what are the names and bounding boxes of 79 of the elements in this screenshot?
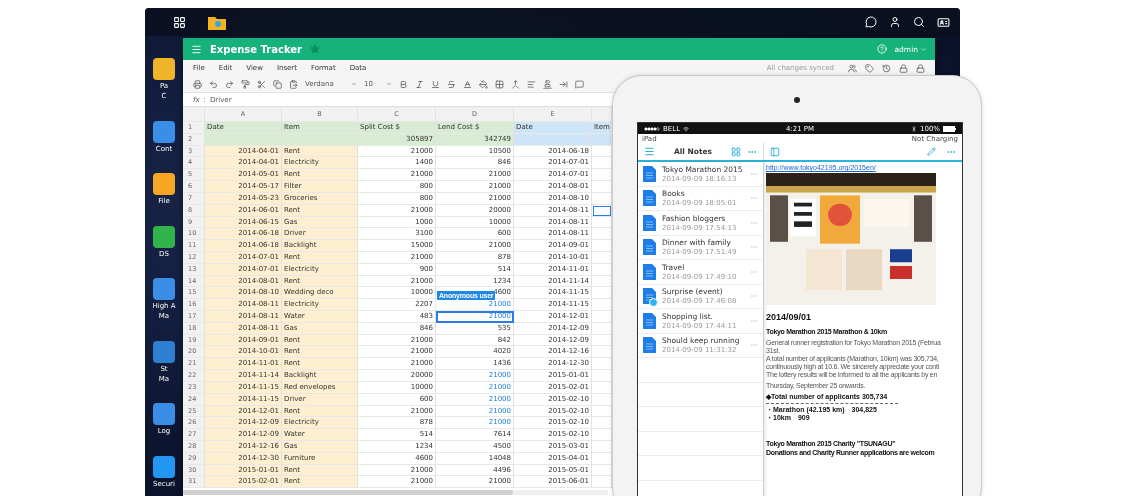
table-cell[interactable] — [592, 476, 612, 489]
table-cell[interactable] — [592, 287, 612, 300]
italic-icon[interactable] — [415, 79, 424, 89]
menu-icon[interactable] — [644, 146, 655, 157]
borders-icon[interactable] — [495, 79, 504, 89]
document-icon — [643, 263, 656, 280]
wifi-icon — [683, 125, 690, 132]
signal-icon — [644, 126, 660, 131]
tag-icon[interactable] — [865, 63, 874, 73]
sidebar-toggle-icon[interactable] — [770, 146, 780, 157]
vertical-align-icon[interactable] — [543, 79, 552, 89]
align-left-icon[interactable] — [527, 79, 536, 89]
table-cell[interactable] — [592, 169, 612, 182]
caret-icon — [351, 81, 357, 87]
document-icon — [643, 190, 656, 207]
document-icon — [643, 165, 656, 182]
bluetooth-icon — [910, 125, 917, 132]
camera-icon — [794, 97, 800, 103]
chat-icon[interactable] — [865, 16, 877, 28]
column-header[interactable] — [592, 107, 612, 122]
document-icon — [643, 312, 656, 329]
document-icon — [643, 239, 656, 256]
app-icon[interactable] — [153, 403, 175, 426]
app-icon[interactable] — [153, 173, 175, 196]
paint-format-icon[interactable] — [241, 79, 250, 89]
table-cell[interactable] — [592, 228, 612, 241]
fill-color-icon[interactable] — [479, 79, 488, 89]
wrap-icon[interactable] — [559, 79, 568, 89]
app-icon[interactable] — [153, 340, 175, 363]
table-cell[interactable] — [592, 358, 612, 371]
table-cell[interactable] — [592, 181, 612, 193]
lock-icon[interactable] — [916, 63, 925, 73]
comment-icon[interactable] — [575, 79, 584, 89]
lock-icon[interactable] — [899, 63, 908, 73]
paste-icon[interactable] — [289, 79, 298, 89]
table-cell[interactable] — [592, 157, 612, 170]
share-icon[interactable] — [848, 63, 857, 73]
app-icon[interactable] — [153, 120, 175, 143]
underline-icon[interactable] — [431, 79, 440, 89]
table-cell[interactable] — [592, 299, 612, 311]
document-icon — [643, 337, 656, 354]
text-color-icon[interactable] — [463, 79, 472, 89]
horizontal-scrollbar[interactable] — [183, 490, 608, 496]
app-icon[interactable] — [153, 278, 175, 301]
document-icon — [643, 214, 656, 231]
search-icon[interactable] — [913, 16, 925, 28]
folder-icon[interactable] — [208, 14, 226, 30]
note-date: 2014/09/01 — [766, 312, 812, 322]
document-title: Expense Tracker — [210, 43, 302, 55]
copy-icon[interactable] — [273, 79, 282, 89]
app-icon[interactable] — [153, 225, 175, 248]
grid-view-icon[interactable] — [731, 146, 741, 157]
undo-icon[interactable] — [209, 79, 218, 89]
bold-icon[interactable] — [399, 79, 408, 89]
table-cell[interactable] — [592, 311, 612, 323]
help-icon[interactable] — [876, 44, 887, 54]
header-corner[interactable] — [183, 107, 205, 122]
table-cell[interactable] — [592, 417, 612, 430]
edit-icon[interactable] — [927, 147, 936, 156]
redo-icon[interactable] — [225, 79, 234, 89]
table-cell[interactable] — [592, 240, 612, 252]
strikethrough-icon[interactable] — [447, 79, 456, 89]
star-icon[interactable] — [310, 44, 320, 54]
widgets-icon[interactable] — [937, 15, 950, 29]
main-menu-icon[interactable] — [173, 15, 186, 29]
table-cell[interactable] — [592, 429, 612, 441]
caret-icon — [920, 45, 927, 53]
user-icon[interactable] — [889, 16, 901, 28]
battery-icon — [943, 125, 956, 132]
history-icon[interactable] — [882, 63, 891, 73]
table-cell[interactable] — [592, 346, 612, 359]
table-cell[interactable] — [592, 370, 612, 382]
caret-icon — [386, 81, 392, 87]
menu-icon[interactable] — [191, 43, 202, 55]
merge-icon[interactable] — [511, 79, 520, 89]
print-icon[interactable] — [193, 79, 202, 89]
cut-icon[interactable] — [257, 79, 266, 89]
app-icon[interactable] — [153, 58, 175, 81]
app-icon[interactable] — [153, 455, 175, 478]
